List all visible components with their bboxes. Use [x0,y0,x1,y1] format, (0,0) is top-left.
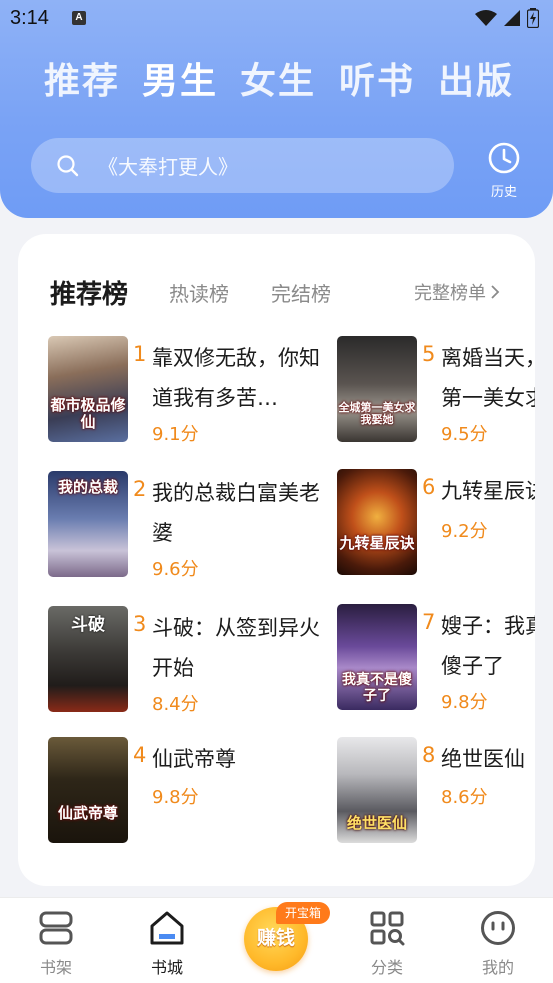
nav-bookstore[interactable]: 书城 [127,910,207,978]
book-score: 8.6分 [441,787,488,808]
bookshelf-icon [39,911,73,945]
status-icons [475,8,539,28]
cover-title: 九转星辰诀 [339,533,415,552]
nav-bookshelf-label: 书架 [39,958,72,977]
clock-icon [488,142,520,174]
nav-profile[interactable]: 我的 [458,910,538,978]
rank-number: 3 [133,612,147,636]
cover-title: 斗破 [71,615,105,635]
book-cover: 我真不是傻子了 [337,604,417,710]
cover-title: 仙武帝尊 [57,803,118,822]
book-item-3[interactable]: 斗破 3 斗破：从签到异火开始 8.4分 [48,606,338,716]
book-item-4[interactable]: 仙武帝尊 4 仙武帝尊 9.8分 [48,737,338,847]
history-label: 历史 [490,185,517,200]
category-tabs: 推荐 男生 女生 听书 出版 [0,52,553,108]
book-title: 九转星辰诀 [441,479,535,503]
book-score: 8.4分 [152,694,199,715]
book-title-line-2: 傻子了 [441,654,504,678]
search-input[interactable]: 《大奉打更人》 [31,138,454,193]
category-icon [370,911,405,946]
book-title: 我的总裁白富美老婆 [152,481,320,545]
book-item-1[interactable]: 都市极品修仙 1 靠双修无敌，你知道我有多苦… 9.1分 [48,336,338,446]
status-bar: 3:14 A [0,0,553,36]
battery-icon [527,8,539,28]
book-score: 9.1分 [152,424,199,445]
nav-profile-label: 我的 [481,958,514,977]
book-score: 9.8分 [152,787,199,808]
ranking-card: 推荐榜 热读榜 完结榜 完整榜单 都市极品修仙 1 靠双修无敌，你知道我有多苦…… [18,234,535,886]
book-title-line-2: 第一美女求 [441,386,535,410]
full-list-link[interactable]: 完整榜单 [414,279,500,305]
wifi-icon [475,10,497,26]
book-title: 仙武帝尊 [152,747,236,771]
book-title-line-1: 离婚当天， [441,346,535,370]
earn-label: 赚钱 [256,927,295,949]
cover-title: 都市极品修仙 [50,396,126,431]
cover-title: 我的总裁 [57,478,118,496]
tab-recommend[interactable]: 推荐 [44,52,120,104]
signal-icon [504,10,520,26]
bookstore-icon [150,911,184,945]
search-icon [57,155,79,177]
tab-male[interactable]: 男生 [142,52,219,106]
book-score: 9.2分 [441,521,488,542]
book-item-8[interactable]: 绝世医仙 8 绝世医仙 8.6分 [337,737,535,847]
rank-number: 2 [133,477,147,501]
tab-finished-rank[interactable]: 完结榜 [271,278,331,307]
book-cover: 九转星辰诀 [337,469,417,575]
nav-bookshelf[interactable]: 书架 [16,910,96,978]
notification-icon: A [72,11,86,25]
book-score: 9.6分 [152,559,199,580]
book-title: 斗破：从签到异火开始 [152,616,320,680]
rank-number: 4 [133,743,147,767]
history-button[interactable]: 历史 [485,141,523,200]
tab-audiobook[interactable]: 听书 [339,52,415,104]
book-item-6[interactable]: 九转星辰诀 6 九转星辰诀 9.2分 [337,469,535,579]
rank-number: 5 [422,342,436,366]
rank-number: 6 [422,475,436,499]
book-cover: 斗破 [48,606,128,712]
book-cover: 我的总裁 [48,471,128,577]
nav-category[interactable]: 分类 [347,910,427,978]
rank-number: 1 [133,342,147,366]
tab-publish[interactable]: 出版 [438,52,514,104]
profile-icon [481,911,515,945]
tab-hot-rank[interactable]: 热读榜 [169,278,229,307]
cover-title: 全城第一美女求我娶她 [338,400,416,426]
book-cover: 都市极品修仙 [48,336,128,442]
book-cover: 全城第一美女求我娶她 [337,336,417,442]
tab-recommend-rank[interactable]: 推荐榜 [50,274,128,311]
book-title: 嫂子：我真 傻子了 [441,606,535,686]
book-item-7[interactable]: 我真不是傻子了 7 嫂子：我真 傻子了 9.8分 [337,604,535,714]
cover-title: 我真不是傻子了 [342,672,412,704]
nav-bookstore-label: 书城 [150,958,183,977]
full-list-label: 完整榜单 [414,283,486,304]
rank-number: 8 [422,743,436,767]
book-item-2[interactable]: 我的总裁 2 我的总裁白富美老婆 9.6分 [48,471,338,581]
book-title: 靠双修无敌，你知道我有多苦… [152,346,320,410]
book-title: 绝世医仙 [441,747,525,771]
book-item-5[interactable]: 全城第一美女求我娶她 5 离婚当天， 第一美女求 9.5分 [337,336,535,446]
status-time: 3:14 [10,7,49,29]
book-title-line-1: 嫂子：我真 [441,614,535,638]
book-score: 9.5分 [441,424,488,445]
cover-title: 绝世医仙 [346,813,407,832]
tab-female[interactable]: 女生 [240,52,316,104]
treasure-box-badge[interactable]: 开宝箱 [276,902,331,924]
book-score: 9.8分 [441,692,488,713]
chevron-right-icon [491,285,500,299]
nav-category-label: 分类 [370,958,403,977]
book-cover: 仙武帝尊 [48,737,128,843]
book-cover: 绝世医仙 [337,737,417,843]
rank-number: 7 [422,610,436,634]
search-placeholder: 《大奉打更人》 [98,155,238,179]
book-title: 离婚当天， 第一美女求 [441,338,535,418]
ranking-tabs: 推荐榜 热读榜 完结榜 完整榜单 [18,274,535,314]
